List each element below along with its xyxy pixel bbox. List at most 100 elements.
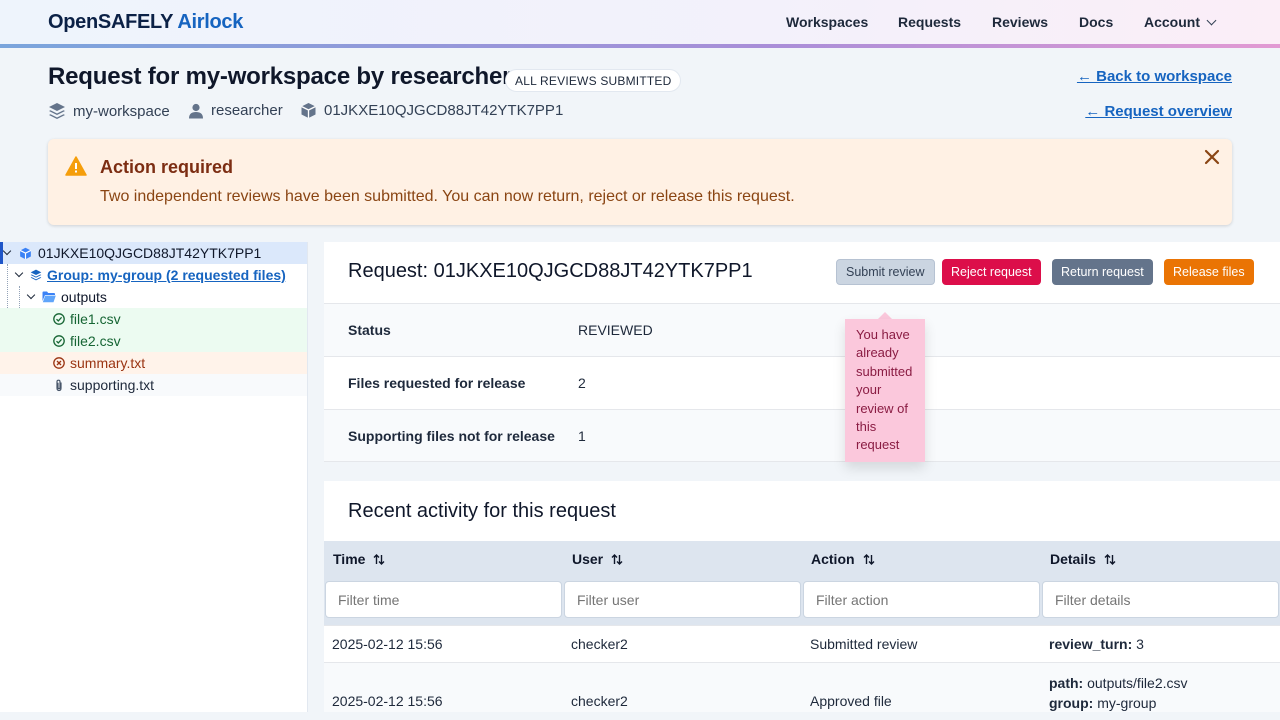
summary-value: 2 xyxy=(578,375,586,391)
summary-row-supporting: Supporting files not for release 1 xyxy=(324,409,1280,462)
chevron-down-icon[interactable] xyxy=(14,268,24,278)
paperclip-icon xyxy=(56,379,62,391)
tree-item-label: Group: my-group (2 requested files) xyxy=(47,267,286,283)
column-header-action[interactable]: Action xyxy=(811,551,875,567)
summary-row-files: Files requested for release 2 xyxy=(324,356,1280,409)
navbar-accent-line xyxy=(0,44,1280,48)
page-title: Request for my-workspace by researcher xyxy=(48,63,512,90)
sort-icon[interactable] xyxy=(611,553,623,566)
alert-title: Action required xyxy=(100,157,234,177)
status-badge: ALL REVIEWS SUBMITTED xyxy=(505,69,682,92)
folder-open-icon xyxy=(42,291,56,303)
action-required-alert: Action required Two independent reviews … xyxy=(48,139,1232,225)
cell-user: checker2 xyxy=(571,636,628,652)
cell-user: checker2 xyxy=(571,693,628,709)
meta-user: researcher xyxy=(188,102,283,119)
tree-item-label: supporting.txt xyxy=(70,377,155,393)
meta-workspace-name: my-workspace xyxy=(73,102,170,120)
column-header-time[interactable]: Time xyxy=(333,551,385,567)
logo-text-opensafely: OpenSAFELY xyxy=(48,11,173,33)
logo-text-airlock: Airlock xyxy=(177,11,244,33)
tree-item-label: outputs xyxy=(61,289,107,305)
table-row: 2025-02-12 15:56 checker2 Approved file … xyxy=(324,662,1280,712)
file-tree: 01JKXE10QJGCD88JT42YTK7PP1 Group: my-gro… xyxy=(0,242,308,712)
tree-item-file[interactable]: supporting.txt xyxy=(0,374,307,396)
nav-workspaces[interactable]: Workspaces xyxy=(786,14,868,30)
filter-action-input[interactable] xyxy=(803,581,1040,618)
tree-item-label: file1.csv xyxy=(70,311,121,327)
cell-time: 2025-02-12 15:56 xyxy=(332,693,443,709)
close-icon[interactable] xyxy=(1204,149,1220,165)
activity-table-header: Time User Action Details xyxy=(324,541,1280,625)
detail-key: group: xyxy=(1049,695,1094,711)
column-label: User xyxy=(572,551,604,567)
summary-value: REVIEWED xyxy=(578,322,653,338)
release-files-button[interactable]: Release files xyxy=(1164,259,1254,285)
alert-message: Two independent reviews have been submit… xyxy=(100,188,795,205)
tree-item-label: summary.txt xyxy=(70,355,146,371)
detail-value: 3 xyxy=(1136,636,1144,652)
reject-request-button[interactable]: Reject request xyxy=(942,259,1041,285)
sort-icon[interactable] xyxy=(1104,553,1116,566)
nav-reviews[interactable]: Reviews xyxy=(992,14,1048,30)
activity-title: Recent activity for this request xyxy=(348,500,616,522)
warning-icon xyxy=(65,156,87,176)
layers-icon xyxy=(30,269,42,281)
return-request-button[interactable]: Return request xyxy=(1052,259,1153,285)
column-label: Time xyxy=(333,551,366,567)
tree-item-folder[interactable]: outputs xyxy=(0,286,307,308)
submit-review-tooltip: You have already submitted your review o… xyxy=(845,319,925,462)
summary-label: Files requested for release xyxy=(348,375,526,391)
column-label: Details xyxy=(1050,551,1096,567)
tree-item-file[interactable]: summary.txt xyxy=(0,352,307,374)
summary-label: Status xyxy=(348,322,391,338)
detail-value: my-group xyxy=(1097,695,1157,711)
summary-value: 1 xyxy=(578,428,586,444)
nav-requests[interactable]: Requests xyxy=(898,14,961,30)
tree-item-file[interactable]: file1.csv xyxy=(0,308,307,330)
summary-row-status: Status REVIEWED xyxy=(324,303,1280,356)
submit-review-button[interactable]: Submit review xyxy=(836,259,935,285)
tooltip-arrow xyxy=(878,312,892,319)
layers-icon xyxy=(49,103,65,119)
filter-user-input[interactable] xyxy=(564,581,801,618)
cell-details: path: outputs/file2.csv group: my-group xyxy=(1049,673,1188,712)
nav-account-menu[interactable]: Account xyxy=(1144,14,1217,30)
tree-item-group[interactable]: Group: my-group (2 requested files) xyxy=(0,264,307,286)
summary-label: Supporting files not for release xyxy=(348,428,555,444)
chevron-down-icon xyxy=(1206,15,1217,26)
request-overview-link[interactable]: ← Request overview xyxy=(1085,103,1232,120)
check-circle-icon xyxy=(53,313,65,325)
x-circle-icon xyxy=(53,357,65,369)
table-row: 2025-02-12 15:56 checker2 Submitted revi… xyxy=(324,625,1280,662)
tree-item-file[interactable]: file2.csv xyxy=(0,330,307,352)
chevron-down-icon[interactable] xyxy=(2,246,12,256)
cube-icon xyxy=(19,247,32,259)
chevron-down-icon[interactable] xyxy=(26,290,36,300)
detail-value: outputs/file2.csv xyxy=(1087,675,1188,691)
nav-docs[interactable]: Docs xyxy=(1079,14,1113,30)
cell-action: Approved file xyxy=(810,693,892,709)
meta-workspace: my-workspace xyxy=(48,102,170,120)
nav-account-label: Account xyxy=(1144,14,1200,30)
column-header-user[interactable]: User xyxy=(572,551,623,567)
cell-details: review_turn: 3 xyxy=(1049,636,1144,652)
cell-action: Submitted review xyxy=(810,636,918,652)
sort-icon[interactable] xyxy=(863,553,875,566)
cube-icon xyxy=(301,103,316,118)
filter-details-input[interactable] xyxy=(1042,581,1279,618)
filter-time-input[interactable] xyxy=(325,581,562,618)
cell-time: 2025-02-12 15:56 xyxy=(332,636,443,652)
sort-icon[interactable] xyxy=(373,553,385,566)
request-title: Request: 01JKXE10QJGCD88JT42YTK7PP1 xyxy=(348,260,753,282)
detail-key: review_turn: xyxy=(1049,636,1133,652)
check-circle-icon xyxy=(53,335,65,347)
app-logo[interactable]: OpenSAFELY Airlock xyxy=(48,11,243,34)
activity-card: Recent activity for this request Time Us… xyxy=(324,481,1280,712)
meta-request-id-text: 01JKXE10QJGCD88JT42YTK7PP1 xyxy=(324,102,564,119)
tree-item-label: 01JKXE10QJGCD88JT42YTK7PP1 xyxy=(38,245,262,261)
user-icon xyxy=(189,103,203,118)
back-to-workspace-link[interactable]: ← Back to workspace xyxy=(1077,68,1232,85)
tree-item-request[interactable]: 01JKXE10QJGCD88JT42YTK7PP1 xyxy=(0,242,307,264)
column-header-details[interactable]: Details xyxy=(1050,551,1116,567)
